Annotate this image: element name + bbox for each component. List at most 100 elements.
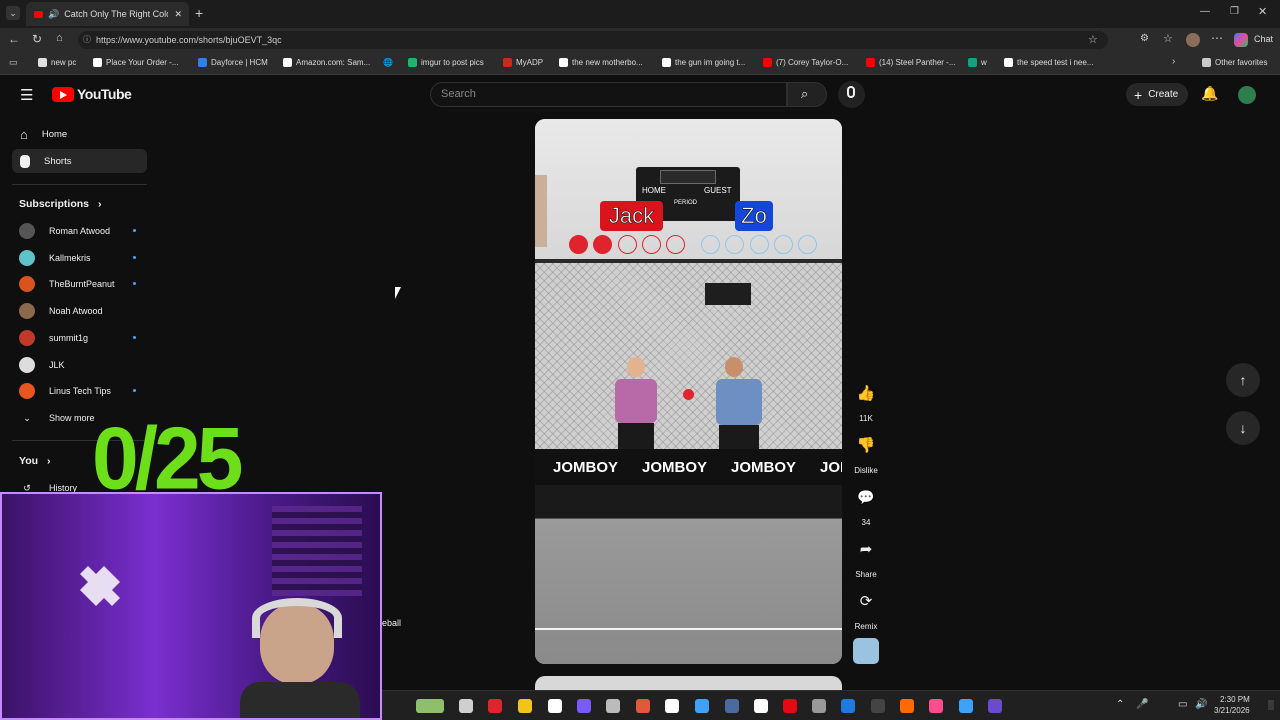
- subscription-item[interactable]: JLK: [19, 355, 139, 375]
- bookmark-item[interactable]: (7) Corey Taylor-O...: [763, 58, 848, 67]
- taskbar-app-icon[interactable]: [416, 699, 444, 713]
- bookmark-item[interactable]: Place Your Order -...: [93, 58, 178, 67]
- bookmark-item[interactable]: w: [968, 58, 987, 67]
- subscription-item[interactable]: summit1g: [19, 328, 139, 348]
- bookmarks-sidebar-icon[interactable]: ▭: [9, 57, 18, 68]
- previous-short-button[interactable]: ↑: [1226, 363, 1260, 397]
- new-tab-button[interactable]: +: [195, 5, 203, 21]
- sidebar-item-shorts[interactable]: Shorts: [12, 149, 147, 173]
- bookmark-favicon-icon: [763, 58, 772, 67]
- share-button[interactable]: ➦ Share: [850, 534, 882, 579]
- folder-icon[interactable]: [518, 699, 532, 713]
- notification-center-icon[interactable]: [1268, 700, 1274, 710]
- more-menu-icon[interactable]: ⋯: [1211, 31, 1223, 45]
- hamburger-menu-icon[interactable]: ☰: [20, 86, 33, 104]
- app-icon[interactable]: [665, 699, 679, 713]
- file-explorer-icon[interactable]: [459, 699, 473, 713]
- bookmark-item[interactable]: the gun im going t...: [662, 58, 745, 67]
- app-icon[interactable]: [988, 699, 1002, 713]
- tray-overflow-icon[interactable]: ⌃: [1116, 699, 1124, 710]
- remix-button[interactable]: ⟳ Remix: [850, 586, 882, 631]
- like-button[interactable]: 👍 11K: [850, 378, 882, 423]
- network-icon[interactable]: ▭: [1178, 699, 1187, 710]
- app-icon[interactable]: [754, 699, 768, 713]
- thumbs-up-icon: 👍: [856, 385, 876, 402]
- discord-icon[interactable]: [577, 699, 591, 713]
- app-icon[interactable]: [929, 699, 943, 713]
- sidebar-item-home[interactable]: ⌂ Home: [12, 122, 147, 146]
- bookmark-item[interactable]: imgur to post pics: [408, 58, 484, 67]
- account-avatar[interactable]: [1238, 86, 1256, 104]
- channel-avatar: [19, 276, 35, 293]
- shorts-video-player[interactable]: HOME GUEST PERIOD Jack Zo JOMBOY JOMBOY JO…: [535, 119, 842, 664]
- volume-icon[interactable]: 🔊: [1195, 699, 1207, 710]
- voice-search-button[interactable]: [838, 81, 865, 108]
- tab-close-icon[interactable]: ✕: [174, 9, 182, 20]
- copilot-icon[interactable]: [1234, 33, 1248, 47]
- app-icon[interactable]: [812, 699, 826, 713]
- shorts-icon: [20, 154, 30, 168]
- collections-icon[interactable]: ☆: [1163, 32, 1173, 45]
- sidebar-divider: [12, 184, 147, 185]
- bookmark-globe-icon[interactable]: 🌐: [383, 58, 393, 67]
- refresh-icon[interactable]: ↻: [32, 32, 42, 46]
- subscription-item[interactable]: Roman Atwood: [19, 221, 139, 241]
- next-short-button[interactable]: ↓: [1226, 411, 1260, 445]
- copilot-chat-label[interactable]: Chat: [1254, 34, 1273, 44]
- app-icon[interactable]: [900, 699, 914, 713]
- other-favorites[interactable]: Other favorites: [1202, 58, 1267, 67]
- back-icon[interactable]: ←: [8, 32, 20, 46]
- bookmark-item[interactable]: (14) Steel Panther -...: [866, 58, 955, 67]
- address-bar[interactable]: ⓘ https://www.youtube.com/shorts/bjuOEVT…: [78, 31, 1108, 49]
- search-input[interactable]: Search: [430, 82, 787, 107]
- subscriptions-heading[interactable]: Subscriptions ›: [19, 198, 101, 210]
- bookmarks-overflow-icon[interactable]: ›: [1172, 56, 1175, 67]
- clock-time[interactable]: 2:30 PM: [1220, 695, 1250, 704]
- bookmarks-bar: ▭ 🌐 new pc Place Your Order -... Dayforce |…: [0, 52, 1280, 75]
- bookmark-item[interactable]: MyADP: [503, 58, 543, 67]
- app-icon[interactable]: [871, 699, 885, 713]
- audio-playing-icon[interactable]: 🔊: [48, 9, 59, 20]
- bookmark-item[interactable]: the new motherbo...: [559, 58, 643, 67]
- create-button[interactable]: + Create: [1126, 83, 1188, 106]
- extensions-icon[interactable]: ⚙: [1140, 33, 1149, 44]
- app-icon[interactable]: [636, 699, 650, 713]
- edge-icon[interactable]: [841, 699, 855, 713]
- youtube-logo-icon[interactable]: [52, 87, 74, 102]
- search-button[interactable]: ⌕: [787, 82, 827, 107]
- comments-button[interactable]: 💬 34: [850, 482, 882, 528]
- sound-thumbnail[interactable]: [853, 638, 879, 664]
- steam-icon[interactable]: [725, 699, 739, 713]
- home-icon[interactable]: ⌂: [56, 32, 63, 44]
- subscription-item[interactable]: Noah Atwood: [19, 301, 139, 321]
- comment-icon: 💬: [857, 488, 875, 505]
- app-icon[interactable]: [606, 699, 620, 713]
- close-window-button[interactable]: ✕: [1258, 5, 1267, 18]
- subscription-item[interactable]: Kallmekris: [19, 248, 139, 268]
- favorites-star-icon[interactable]: ☆: [1088, 33, 1098, 46]
- tab-list-chevron-icon[interactable]: ⌄: [6, 6, 20, 20]
- bookmark-item[interactable]: Amazon.com: Sam...: [283, 58, 370, 67]
- app-icon[interactable]: [695, 699, 709, 713]
- notifications-bell-icon[interactable]: 🔔: [1201, 85, 1218, 102]
- app-icon[interactable]: [959, 699, 973, 713]
- bookmark-item[interactable]: the speed test i nee...: [1004, 58, 1094, 67]
- minimize-button[interactable]: —: [1200, 6, 1210, 17]
- subscription-item[interactable]: TheBurntPeanut: [19, 274, 139, 294]
- youtube-logo-text[interactable]: YouTube: [77, 86, 132, 102]
- you-heading[interactable]: You ›: [19, 455, 50, 467]
- next-video-preview[interactable]: [535, 676, 842, 690]
- netflix-icon[interactable]: [783, 699, 797, 713]
- bookmark-item[interactable]: Dayforce | HCM: [198, 58, 268, 67]
- dislike-button[interactable]: 👎 Dislike: [850, 430, 882, 475]
- opera-icon[interactable]: [488, 699, 502, 713]
- chrome-icon[interactable]: [548, 699, 562, 713]
- restore-button[interactable]: ❐: [1230, 6, 1239, 17]
- browser-tab[interactable]: 🔊 Catch Only The Right Color B ✕: [26, 2, 189, 26]
- profile-avatar[interactable]: [1186, 33, 1200, 47]
- clock-date[interactable]: 3/21/2026: [1214, 706, 1250, 715]
- microphone-tray-icon[interactable]: 🎤: [1136, 699, 1148, 710]
- bookmark-item[interactable]: new pc: [38, 58, 76, 67]
- subscription-item[interactable]: Linus Tech Tips: [19, 381, 139, 401]
- site-info-icon[interactable]: ⓘ: [83, 31, 91, 49]
